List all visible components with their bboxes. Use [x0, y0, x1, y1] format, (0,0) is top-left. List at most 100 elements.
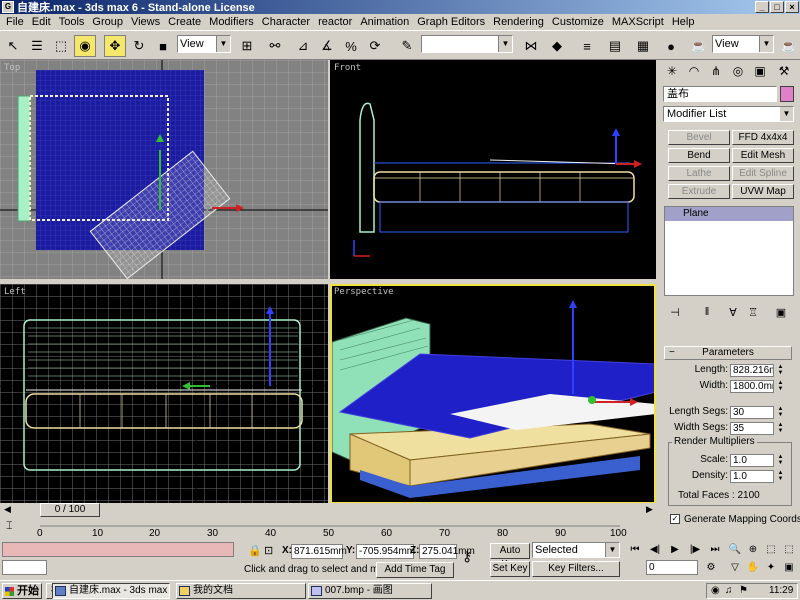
- schematic-view-icon[interactable]: ▦: [632, 35, 654, 57]
- menu-customize[interactable]: Customize: [548, 16, 608, 28]
- configure-sets-icon[interactable]: ▣: [772, 306, 790, 322]
- reference-coordinate-combo[interactable]: View ▼: [177, 35, 231, 53]
- spinner-snap-icon[interactable]: ⟳: [364, 35, 386, 57]
- menu-create[interactable]: Create: [164, 16, 205, 28]
- lock-selection-icon[interactable]: 🔒: [248, 544, 262, 557]
- make-unique-icon[interactable]: ∀: [724, 306, 742, 322]
- select-link-icon[interactable]: ⚯: [264, 35, 286, 57]
- layer-manager-icon[interactable]: ≡: [576, 35, 598, 57]
- menu-graph-editors[interactable]: Graph Editors: [413, 16, 489, 28]
- key-selection-set-combo[interactable]: Selected ▼: [532, 542, 620, 558]
- bend-button[interactable]: Bend: [668, 148, 730, 163]
- go-to-end-icon[interactable]: ⏭: [706, 542, 724, 558]
- object-name-field[interactable]: 盖布: [663, 86, 777, 102]
- menu-views[interactable]: Views: [127, 16, 164, 28]
- show-end-result-icon[interactable]: ‖: [698, 306, 716, 322]
- edit-mesh-button[interactable]: Edit Mesh: [732, 148, 794, 163]
- add-time-tag-button[interactable]: Add Time Tag: [376, 562, 454, 578]
- menu-tools[interactable]: Tools: [55, 16, 89, 28]
- width-spinner-icon[interactable]: ▲ ▼: [776, 380, 785, 393]
- snap-toggle-icon[interactable]: ⊿: [292, 35, 314, 57]
- percent-snap-icon[interactable]: %: [340, 35, 362, 57]
- viewport-label-top[interactable]: Top: [4, 63, 20, 73]
- length-spinner-icon[interactable]: ▲ ▼: [776, 364, 785, 377]
- pan-icon[interactable]: ✋: [744, 560, 762, 576]
- object-color-swatch[interactable]: [780, 86, 794, 102]
- prev-frame-icon[interactable]: ◀: [4, 504, 11, 515]
- menu-modifiers[interactable]: Modifiers: [205, 16, 258, 28]
- width-input[interactable]: 1800.0mm: [730, 380, 774, 393]
- minimize-button[interactable]: _: [755, 1, 769, 13]
- viewport-label-left[interactable]: Left: [4, 287, 26, 297]
- render-type-combo[interactable]: View ▼: [712, 35, 774, 53]
- tray-icon[interactable]: ♫: [725, 584, 733, 598]
- y-coordinate-input[interactable]: -705.954mm: [356, 544, 415, 559]
- width-segs-spinner-icon[interactable]: ▲ ▼: [776, 422, 785, 435]
- next-frame-icon[interactable]: ▶: [646, 504, 653, 515]
- select-move-icon[interactable]: ✥: [104, 35, 126, 57]
- hierarchy-tab-icon[interactable]: ⋔: [706, 62, 726, 80]
- menu-file[interactable]: File: [2, 16, 28, 28]
- named-selection-icon[interactable]: ✎: [396, 35, 418, 57]
- menu-character[interactable]: Character: [258, 16, 314, 28]
- time-slider-track[interactable]: 0 / 100 ◀ ▶: [0, 503, 660, 517]
- motion-tab-icon[interactable]: ◎: [728, 62, 748, 80]
- play-icon[interactable]: ▶: [666, 542, 684, 558]
- window-crossing-icon[interactable]: ◉: [74, 35, 96, 57]
- viewport-label-perspective[interactable]: Perspective: [334, 287, 394, 297]
- stack-item-plane[interactable]: Plane: [665, 207, 793, 221]
- length-input[interactable]: 828.216m: [730, 364, 774, 377]
- start-button[interactable]: 开始: [2, 583, 42, 599]
- length-segs-spinner-icon[interactable]: ▲ ▼: [776, 406, 785, 419]
- density-input[interactable]: 1.0: [730, 470, 774, 483]
- maxscript-listener[interactable]: [2, 542, 234, 557]
- viewport-top[interactable]: Top: [0, 60, 328, 279]
- select-scale-icon[interactable]: ■: [152, 35, 174, 57]
- modifier-list-dropdown[interactable]: Modifier List ▼: [663, 106, 794, 122]
- align-icon[interactable]: ◆: [546, 35, 568, 57]
- x-coordinate-input[interactable]: 871.615mm: [291, 544, 347, 559]
- viewport-perspective[interactable]: Perspective: [330, 284, 656, 504]
- select-by-name-icon[interactable]: ☰: [26, 35, 48, 57]
- zoom-extents-icon[interactable]: ⬚: [762, 542, 780, 558]
- parameters-rollout-header[interactable]: − Parameters: [664, 346, 792, 360]
- scale-spinner-icon[interactable]: ▲ ▼: [776, 454, 785, 467]
- viewport-front[interactable]: Front: [330, 60, 656, 279]
- viewport-label-front[interactable]: Front: [334, 63, 361, 73]
- modify-tab-icon[interactable]: ◠: [684, 62, 704, 80]
- remove-modifier-icon[interactable]: ♖: [744, 306, 762, 322]
- menu-animation[interactable]: Animation: [356, 16, 413, 28]
- auto-key-button[interactable]: Auto Key: [490, 543, 530, 570]
- utilities-tab-icon[interactable]: ⚒: [774, 62, 794, 80]
- zoom-icon[interactable]: 🔍: [726, 542, 744, 558]
- zoom-all-icon[interactable]: ⊕: [744, 542, 762, 558]
- select-rotate-icon[interactable]: ↻: [128, 35, 150, 57]
- track-bar[interactable]: ⌶ 0 10 20 30 40 50 60 70 80 90 100: [0, 518, 660, 540]
- edit-spline-button[interactable]: Edit Spline: [732, 166, 794, 181]
- curve-editor-icon[interactable]: ▤: [604, 35, 626, 57]
- task-paint[interactable]: 007.bmp - 画图: [308, 583, 432, 599]
- arc-rotate-icon[interactable]: ✦: [762, 560, 780, 576]
- key-icon[interactable]: ⚷: [462, 548, 472, 565]
- display-tab-icon[interactable]: ▣: [750, 62, 770, 80]
- viewport-left[interactable]: Left: [0, 284, 328, 504]
- bevel-button[interactable]: Bevel: [668, 130, 730, 145]
- maximize-button[interactable]: □: [770, 1, 784, 13]
- z-coordinate-input[interactable]: 275.041mm: [419, 544, 475, 559]
- menu-group[interactable]: Group: [88, 16, 127, 28]
- maximize-viewport-icon[interactable]: ▣: [780, 560, 798, 576]
- lathe-button[interactable]: Lathe: [668, 166, 730, 181]
- uvw-map-button[interactable]: UVW Map: [732, 184, 794, 199]
- ffd-button[interactable]: FFD 4x4x4: [732, 130, 794, 145]
- zoom-extents-all-icon[interactable]: ⬚: [780, 542, 798, 558]
- time-config-icon[interactable]: ⚙: [702, 560, 720, 576]
- menu-reactor[interactable]: reactor: [314, 16, 356, 28]
- tray-icon[interactable]: ⚑: [739, 584, 748, 598]
- current-frame-input[interactable]: 0: [646, 560, 698, 575]
- set-key-button[interactable]: Set Key: [490, 561, 530, 577]
- modifier-stack[interactable]: Plane: [664, 206, 794, 296]
- menu-edit[interactable]: Edit: [28, 16, 55, 28]
- mirror-icon[interactable]: ⋈: [520, 35, 542, 57]
- generate-mapping-checkbox[interactable]: ✓ Generate Mapping Coords.: [670, 514, 800, 525]
- named-selection-sets-combo[interactable]: ▼: [421, 35, 513, 53]
